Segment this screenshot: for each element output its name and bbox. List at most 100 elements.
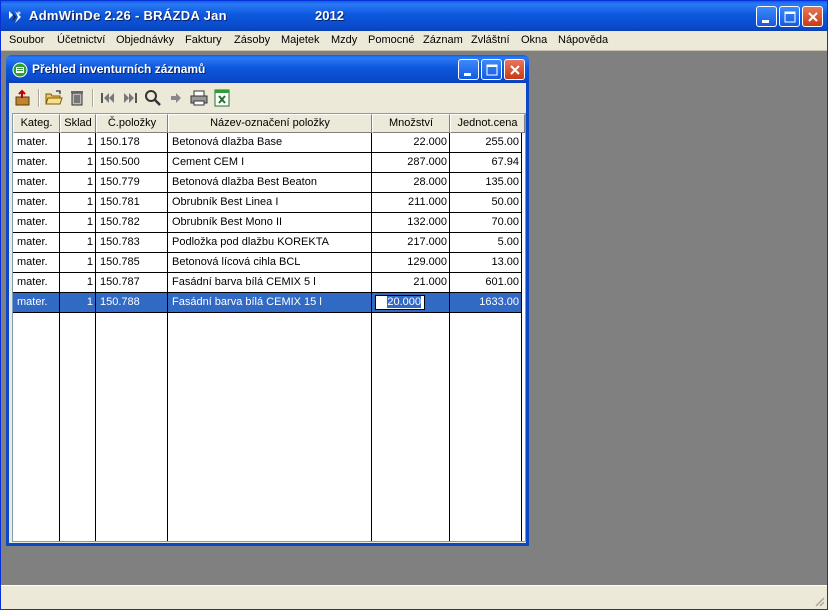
child-close-button[interactable]	[504, 59, 525, 80]
table-row[interactable]: mater. 1 150.787 Fasádní barva bílá CEMIX 5…	[13, 273, 525, 293]
cell-mnozstvi[interactable]: 129.000	[372, 253, 449, 273]
menu-zasoby[interactable]: Zásoby	[234, 34, 270, 46]
cell-cislo[interactable]: 150.782	[96, 213, 167, 233]
child-minimize-button[interactable]	[458, 59, 479, 80]
cell-cena[interactable]: 601.00	[450, 273, 521, 293]
last-record-icon[interactable]	[120, 88, 140, 108]
table-row[interactable]: mater. 1 150.788 Fasádní barva bílá CEMIX 1…	[13, 293, 525, 313]
maximize-button[interactable]	[779, 6, 800, 27]
cell-cena[interactable]: 255.00	[450, 133, 521, 153]
menu-faktury[interactable]: Faktury	[185, 34, 222, 46]
cell-nazev[interactable]: Fasádní barva bílá CEMIX 15 l	[168, 293, 371, 313]
cell-mnozstvi[interactable]: 217.000	[372, 233, 449, 253]
cell-nazev[interactable]: Betonová lícová cihla BCL	[168, 253, 371, 273]
cell-kateg[interactable]: mater.	[13, 253, 59, 273]
menu-zaznam[interactable]: Záznam	[423, 34, 463, 46]
cell-sklad[interactable]: 1	[60, 233, 95, 253]
column-header-kateg[interactable]: Kateg.	[13, 114, 60, 133]
cell-cena[interactable]: 135.00	[450, 173, 521, 193]
column-header-sklad[interactable]: Sklad	[60, 114, 96, 133]
cell-cena[interactable]: 50.00	[450, 193, 521, 213]
cell-nazev[interactable]: Obrubník Best Linea I	[168, 193, 371, 213]
cell-nazev[interactable]: Betonová dlažba Base	[168, 133, 371, 153]
cell-nazev[interactable]: Fasádní barva bílá CEMIX 5 l	[168, 273, 371, 293]
cell-mnozstvi[interactable]: 20.000	[372, 293, 449, 313]
excel-icon[interactable]	[212, 88, 232, 108]
cell-cena[interactable]: 67.94	[450, 153, 521, 173]
cell-nazev[interactable]: Cement CEM I	[168, 153, 371, 173]
column-header-cislo[interactable]: Č.položky	[96, 114, 168, 133]
table-row[interactable]: mater. 1 150.178 Betonová dlažba Base 22.000…	[13, 133, 525, 153]
inventory-window-titlebar[interactable]: Přehled inventurních záznamů	[6, 55, 529, 83]
table-row[interactable]: mater. 1 150.500 Cement CEM I 287.000 67.94	[13, 153, 525, 173]
cell-mnozstvi[interactable]: 21.000	[372, 273, 449, 293]
menu-mzdy[interactable]: Mzdy	[331, 34, 357, 46]
cell-kateg[interactable]: mater.	[13, 233, 59, 253]
cell-cena[interactable]: 70.00	[450, 213, 521, 233]
cell-mnozstvi[interactable]: 287.000	[372, 153, 449, 173]
cell-cena[interactable]: 13.00	[450, 253, 521, 273]
cell-mnozstvi[interactable]: 28.000	[372, 173, 449, 193]
next-icon[interactable]	[166, 88, 186, 108]
cell-kateg[interactable]: mater.	[13, 213, 59, 233]
print-icon[interactable]	[189, 88, 209, 108]
table-row[interactable]: mater. 1 150.779 Betonová dlažba Best Beato…	[13, 173, 525, 193]
menu-zvlastni[interactable]: Zvláštní	[471, 34, 510, 46]
first-record-icon[interactable]	[98, 88, 118, 108]
cell-sklad[interactable]: 1	[60, 133, 95, 153]
delete-icon[interactable]	[67, 88, 87, 108]
menu-majetek[interactable]: Majetek	[281, 34, 320, 46]
menu-soubor[interactable]: Soubor	[9, 34, 44, 46]
cell-mnozstvi[interactable]: 132.000	[372, 213, 449, 233]
close-button[interactable]	[802, 6, 823, 27]
cell-sklad[interactable]: 1	[60, 253, 95, 273]
cell-kateg[interactable]: mater.	[13, 293, 59, 313]
cell-cislo[interactable]: 150.781	[96, 193, 167, 213]
child-maximize-button[interactable]	[481, 59, 502, 80]
cell-cislo[interactable]: 150.500	[96, 153, 167, 173]
cell-cena[interactable]: 1633.00	[450, 293, 521, 313]
cell-sklad[interactable]: 1	[60, 153, 95, 173]
open-folder-icon[interactable]	[44, 88, 64, 108]
cell-cislo[interactable]: 150.783	[96, 233, 167, 253]
column-header-nazev[interactable]: Název-označení položky	[168, 114, 372, 133]
cell-cislo[interactable]: 150.785	[96, 253, 167, 273]
menu-pomocne[interactable]: Pomocné	[368, 34, 414, 46]
menu-okna[interactable]: Okna	[521, 34, 547, 46]
cell-kateg[interactable]: mater.	[13, 173, 59, 193]
search-icon[interactable]	[143, 88, 163, 108]
cell-cislo[interactable]: 150.788	[96, 293, 167, 313]
table-row[interactable]: mater. 1 150.781 Obrubník Best Linea I 211.0…	[13, 193, 525, 213]
cell-sklad[interactable]: 1	[60, 173, 95, 193]
cell-sklad[interactable]: 1	[60, 213, 95, 233]
cell-cislo[interactable]: 150.178	[96, 133, 167, 153]
cell-mnozstvi[interactable]: 211.000	[372, 193, 449, 213]
cell-sklad[interactable]: 1	[60, 193, 95, 213]
cell-kateg[interactable]: mater.	[13, 153, 59, 173]
table-row[interactable]: mater. 1 150.783 Podložka pod dlažbu KOREKT…	[13, 233, 525, 253]
cell-cislo[interactable]: 150.787	[96, 273, 167, 293]
resize-grip-icon[interactable]	[813, 595, 825, 607]
cell-mnozstvi[interactable]: 22.000	[372, 133, 449, 153]
cell-kateg[interactable]: mater.	[13, 193, 59, 213]
table-row[interactable]: mater. 1 150.782 Obrubník Best Mono II 132.0…	[13, 213, 525, 233]
menu-objednavky[interactable]: Objednávky	[116, 34, 174, 46]
table-row[interactable]: mater. 1 150.785 Betonová lícová cihla BCL 1…	[13, 253, 525, 273]
cell-sklad[interactable]: 1	[60, 293, 95, 313]
column-header-mnozstvi[interactable]: Množství	[372, 114, 450, 133]
cell-nazev[interactable]: Podložka pod dlažbu KOREKTA	[168, 233, 371, 253]
menu-napoveda[interactable]: Nápověda	[558, 34, 608, 46]
inventory-table[interactable]: Kateg. Sklad Č.položky Název-označení po…	[12, 113, 526, 542]
cell-sklad[interactable]: 1	[60, 273, 95, 293]
menu-ucetnictvi[interactable]: Účetnictví	[57, 34, 105, 46]
column-header-cena[interactable]: Jednot.cena	[450, 114, 525, 133]
cell-kateg[interactable]: mater.	[13, 133, 59, 153]
cell-kateg[interactable]: mater.	[13, 273, 59, 293]
cell-nazev[interactable]: Obrubník Best Mono II	[168, 213, 371, 233]
cell-cena[interactable]: 5.00	[450, 233, 521, 253]
minimize-button[interactable]	[756, 6, 777, 27]
quantity-edit-field[interactable]: 20.000	[375, 295, 425, 310]
app-titlebar[interactable]: AdmWinDe 2.26 - BRÁZDA Jan 2012	[1, 1, 827, 31]
cell-cislo[interactable]: 150.779	[96, 173, 167, 193]
cell-nazev[interactable]: Betonová dlažba Best Beaton	[168, 173, 371, 193]
